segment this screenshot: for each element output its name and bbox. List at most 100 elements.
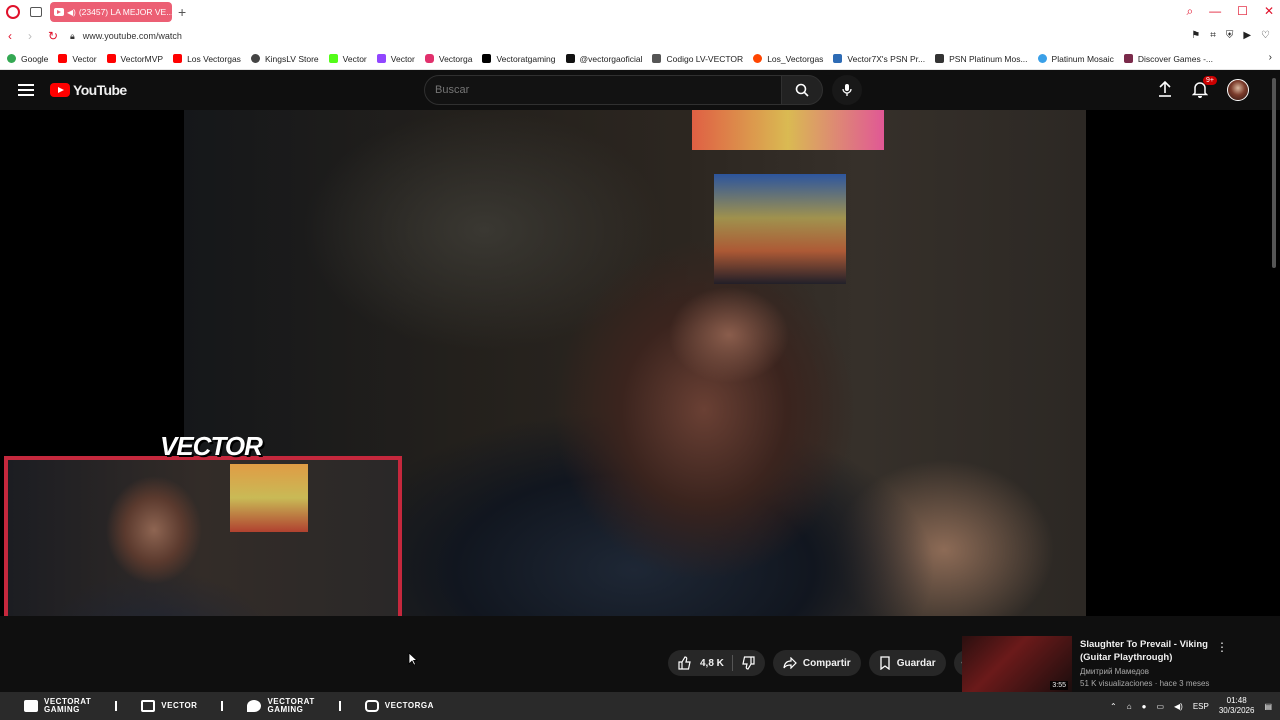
recommended-title[interactable]: Slaughter To Prevail - Viking (Guitar Pl… <box>1080 638 1238 664</box>
browser-window: ◀) (23457) LA MEJOR VE... + ⌕ — ☐ ✕ ‹ › … <box>0 0 1280 720</box>
clock-date: 30/3/2026 <box>1218 706 1255 715</box>
address-actions: ⚑ ⌗ ⛨ ▶ ♡ <box>1191 30 1270 41</box>
youtube-favicon-icon <box>54 8 64 16</box>
close-window-button[interactable]: ✕ <box>1264 4 1274 19</box>
tab-title: (23457) LA MEJOR VE... <box>78 7 172 17</box>
bookmark-kingslv-store[interactable]: KingsLV Store <box>250 54 319 64</box>
microphone-icon <box>842 84 852 96</box>
like-count[interactable]: 4,8 K <box>700 658 724 669</box>
url-text[interactable]: www.youtube.com/watch <box>83 31 182 41</box>
address-bar: ‹ › ↻ 🔒︎ www.youtube.com/watch ⚑ ⌗ ⛨ ▶ ♡ <box>0 24 1280 48</box>
tab-strip: ◀) (23457) LA MEJOR VE... + ⌕ — ☐ ✕ <box>0 0 1280 24</box>
save-icon <box>880 656 890 670</box>
share-icon <box>783 657 797 669</box>
instagram-icon <box>364 700 379 712</box>
like-dislike-group: 4,8 K <box>668 650 765 676</box>
search-input[interactable] <box>424 75 782 105</box>
dislike-icon[interactable] <box>741 656 755 670</box>
bookmark-discover-games[interactable]: Discover Games -... <box>1123 54 1213 64</box>
microphone-tray-icon[interactable]: ● <box>1142 702 1147 711</box>
maximize-button[interactable]: ☐ <box>1237 4 1248 19</box>
taskbar: VECTORAT GAMING VECTOR VECTORAT GAMING V… <box>0 692 1280 720</box>
bookmark-vector-twitch[interactable]: Vector <box>376 54 415 64</box>
opera-logo-icon[interactable] <box>6 5 20 19</box>
bookmarks-bar: Google Vector VectorMVP Los Vectorgas Ki… <box>0 48 1280 70</box>
network-icon[interactable]: ⌂ <box>1127 702 1132 711</box>
taskbar-twitter-item[interactable]: VECTORAT GAMING <box>247 698 314 714</box>
recommended-video[interactable]: 3:55 Slaughter To Prevail - Viking (Guit… <box>962 636 1268 692</box>
bookmark-vector[interactable]: Vector <box>58 54 97 64</box>
bookmark-tiktok[interactable]: @vectorgaoficial <box>565 54 642 64</box>
clock-time: 01:48 <box>1226 696 1247 705</box>
bookmark-vectormvp[interactable]: VectorMVP <box>106 54 163 64</box>
taskbar-youtube-item[interactable]: VECTORAT GAMING <box>24 698 91 714</box>
bookmark-platinum-mosaic[interactable]: Platinum Mosaic <box>1037 54 1114 64</box>
recommended-thumbnail[interactable]: 3:55 <box>962 636 1072 692</box>
bookmark-vectorga-instagram[interactable]: Vectorga <box>424 54 472 64</box>
forward-button[interactable]: › <box>28 29 40 43</box>
voice-search-button[interactable] <box>832 75 862 105</box>
recommended-channel[interactable]: Дмитрий Мамедов <box>1080 667 1149 676</box>
system-tray: ⌃ ⌂ ● ▭ ◀) ESP 01:48 30/3/2026 ▤ <box>1110 692 1272 720</box>
reload-button[interactable]: ↻ <box>48 29 60 43</box>
recommended-menu-icon[interactable]: ⋮ <box>1216 640 1228 654</box>
heart-icon[interactable]: ♡ <box>1261 30 1270 41</box>
workspaces-icon[interactable] <box>30 7 42 17</box>
tab-youtube[interactable]: ◀) (23457) LA MEJOR VE... <box>50 2 172 22</box>
search-button[interactable] <box>781 75 823 105</box>
menu-icon[interactable] <box>18 84 34 96</box>
bookmark-vector-kick[interactable]: Vector <box>328 54 367 64</box>
video-actions: 4,8 K Compartir Guardar ••• <box>668 650 980 676</box>
mouse-cursor-icon <box>408 652 418 666</box>
streamer-name-overlay: VECTOR <box>160 431 263 461</box>
recommended-meta: 51 K visualizaciones · hace 3 meses <box>1080 679 1210 688</box>
taskbar-instagram-item[interactable]: VECTORGA <box>364 700 434 712</box>
upload-icon[interactable] <box>1158 80 1172 98</box>
speaker-icon[interactable]: ◀) <box>67 8 76 17</box>
bookmark-psn-platinum[interactable]: PSN Platinum Mos... <box>935 54 1028 64</box>
background-arcade-marquee <box>692 110 884 150</box>
like-divider <box>731 655 733 671</box>
language-indicator[interactable]: ESP <box>1193 702 1209 711</box>
taskbar-divider <box>338 701 341 711</box>
save-label: Guardar <box>896 657 936 669</box>
account-avatar[interactable] <box>1227 79 1249 101</box>
save-button[interactable]: Guardar <box>868 650 946 676</box>
video-duration: 3:55 <box>1050 681 1068 690</box>
new-tab-button[interactable]: + <box>178 4 186 20</box>
youtube-logo[interactable]: YouTube <box>50 82 127 98</box>
taskbar-twitch-item[interactable]: VECTOR <box>141 700 197 712</box>
notifications-tray-icon[interactable]: ▤ <box>1264 702 1272 711</box>
taskbar-divider <box>115 701 118 711</box>
bookmark-codigo-lv[interactable]: Codigo LV-VECTOR <box>652 54 743 64</box>
like-icon[interactable] <box>678 656 692 670</box>
youtube-play-icon <box>50 83 70 97</box>
snapshot-icon[interactable]: ⌗ <box>1210 30 1216 41</box>
share-button[interactable]: Compartir <box>772 650 861 676</box>
bookmark-icon[interactable]: ⚑ <box>1191 30 1200 41</box>
search-icon <box>795 83 809 97</box>
bookmark-los-vectorgas[interactable]: Los Vectorgas <box>173 54 241 64</box>
taskbar-divider <box>221 701 224 711</box>
page-scrollbar[interactable] <box>1272 78 1276 268</box>
clock[interactable]: 01:48 30/3/2026 <box>1219 696 1255 716</box>
search-tabs-icon[interactable]: ⌕ <box>1186 4 1193 19</box>
volume-icon[interactable]: ◀) <box>1174 702 1183 711</box>
bookmarks-overflow-icon[interactable]: › <box>1269 52 1272 63</box>
vpn-shield-icon[interactable]: ⛨ <box>1226 30 1234 41</box>
window-controls: ⌕ — ☐ ✕ <box>1186 4 1274 19</box>
display-icon[interactable]: ▭ <box>1156 702 1164 711</box>
bookmark-vectoratgaming-x[interactable]: Vectoratgaming <box>482 54 556 64</box>
youtube-wordmark: YouTube <box>73 82 127 98</box>
webcam-arcade <box>230 464 308 532</box>
bookmark-los-vectorgas-reddit[interactable]: Los_Vectorgas <box>753 54 823 64</box>
share-label: Compartir <box>802 657 851 669</box>
background-arcade-screen <box>714 174 846 284</box>
tray-chevron-icon[interactable]: ⌃ <box>1110 702 1117 711</box>
bookmark-psn-profile[interactable]: Vector7X's PSN Pr... <box>833 54 925 64</box>
back-button[interactable]: ‹ <box>8 29 20 43</box>
bookmark-google[interactable]: Google <box>7 54 48 64</box>
minimize-button[interactable]: — <box>1209 4 1221 19</box>
send-icon[interactable]: ▶ <box>1243 30 1251 41</box>
lock-icon[interactable]: 🔒︎ <box>70 31 75 42</box>
